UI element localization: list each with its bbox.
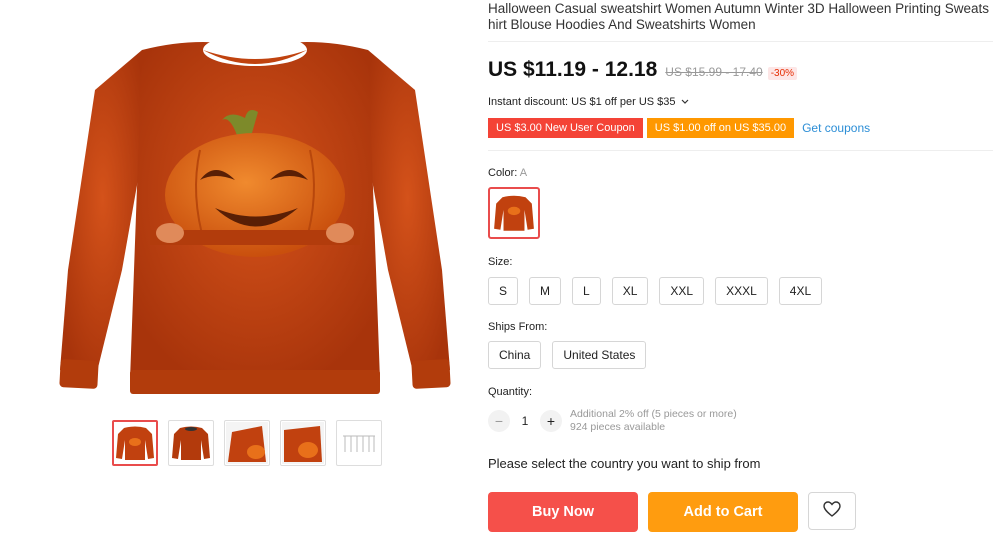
size-option-s[interactable]: S: [488, 277, 519, 305]
quantity-increase-button[interactable]: +: [540, 410, 562, 432]
quantity-label: Quantity:: [488, 386, 533, 398]
color-label-text: Color:: [488, 167, 518, 179]
product-gallery: [0, 0, 480, 560]
divider: [488, 41, 993, 42]
color-selected-value: A: [519, 167, 528, 179]
action-buttons: Buy Now Add to Cart: [488, 492, 856, 532]
divider: [488, 150, 993, 151]
buy-now-button[interactable]: Buy Now: [488, 492, 638, 532]
thumbnail-strip: [112, 420, 382, 466]
thumbnail-5[interactable]: [336, 420, 382, 466]
ships-from-china[interactable]: China: [488, 341, 542, 369]
thumbnail-4[interactable]: [280, 420, 326, 466]
chevron-down-icon: [681, 96, 689, 108]
price-row: US $11.19 - 12.18 US $15.99 - 17.40 -30%: [488, 58, 798, 82]
product-title: Halloween Casual sweatshirt Women Autumn…: [488, 1, 989, 32]
size-option-4xl[interactable]: 4XL: [778, 277, 823, 305]
size-options: S M L XL XXL XXXL 4XL: [488, 277, 823, 305]
instant-discount-text: Instant discount: US $1 off per US $35: [488, 96, 676, 108]
add-to-cart-button[interactable]: Add to Cart: [648, 492, 798, 532]
coupon-row: US $3.00 New User Coupon US $1.00 off on…: [486, 118, 870, 138]
ships-from-label: Ships From:: [488, 321, 548, 333]
ships-from-united-states[interactable]: United States: [552, 341, 647, 369]
coupon-new-user[interactable]: US $3.00 New User Coupon: [486, 118, 643, 138]
size-option-xl[interactable]: XL: [611, 277, 649, 305]
original-price: US $15.99 - 17.40: [665, 65, 763, 79]
thumbnail-3[interactable]: [224, 420, 270, 466]
heart-icon: [823, 500, 841, 522]
quantity-decrease-button[interactable]: −: [488, 410, 510, 432]
instant-discount[interactable]: Instant discount: US $1 off per US $35: [488, 96, 689, 108]
size-option-xxxl[interactable]: XXXL: [715, 277, 768, 305]
product-main-image[interactable]: [50, 20, 460, 410]
quantity-stepper: − 1 + Additional 2% off (5 pieces or mor…: [488, 408, 737, 434]
size-label: Size:: [488, 256, 513, 268]
quantity-additional-discount: Additional 2% off (5 pieces or more): [570, 408, 737, 420]
thumbnail-2[interactable]: [168, 420, 214, 466]
get-coupons-link[interactable]: Get coupons: [802, 121, 870, 135]
color-label: Color: A: [488, 167, 527, 179]
discount-badge: -30%: [767, 67, 798, 80]
quantity-info: Additional 2% off (5 pieces or more) 924…: [570, 408, 737, 434]
thumbnail-1[interactable]: [112, 420, 158, 466]
size-option-l[interactable]: L: [572, 277, 601, 305]
wishlist-button[interactable]: [808, 492, 856, 530]
size-option-xxl[interactable]: XXL: [659, 277, 705, 305]
quantity-available: 924 pieces available: [570, 421, 666, 433]
ship-country-message: Please select the country you want to sh…: [488, 456, 761, 471]
ships-from-options: China United States: [488, 341, 647, 369]
current-price: US $11.19 - 12.18: [488, 58, 658, 81]
coupon-store[interactable]: US $1.00 off on US $35.00: [644, 118, 795, 138]
quantity-value[interactable]: 1: [510, 414, 540, 428]
color-option-a[interactable]: [488, 187, 540, 239]
size-option-m[interactable]: M: [529, 277, 562, 305]
